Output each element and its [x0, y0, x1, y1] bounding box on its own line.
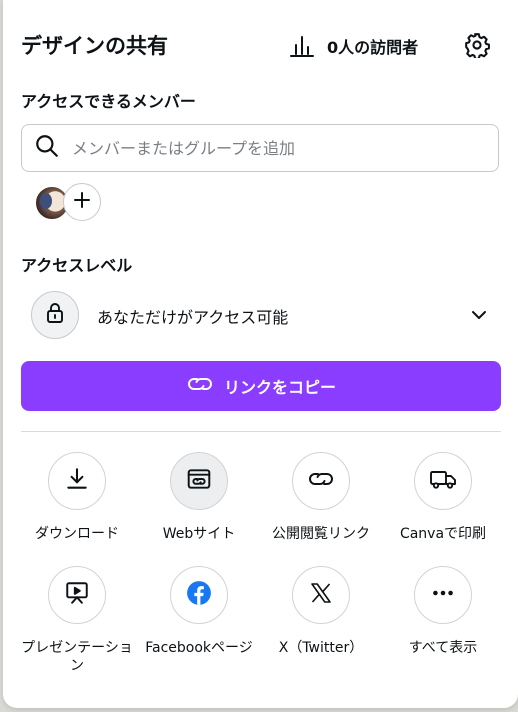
- share-website-circle: [170, 452, 228, 510]
- share-see-all-label: すべて表示: [408, 640, 478, 656]
- share-facebook-page[interactable]: Facebookページ: [138, 566, 260, 657]
- access-level-label: アクセスレベル: [21, 256, 133, 275]
- share-public-link-label: 公開閲覧リンク: [272, 526, 370, 542]
- search-icon: [34, 133, 60, 163]
- visitors-button[interactable]: 0人の訪問者: [289, 30, 418, 62]
- share-presentation-label: プレゼンテーション: [21, 640, 133, 674]
- panel-title: デザインの共有: [21, 34, 168, 58]
- share-download-label: ダウンロード: [35, 526, 119, 542]
- share-panel: デザインの共有 0人の訪問者 アクセスできるメンバー メンバーまたはグループを追…: [3, 0, 518, 708]
- panel-header: デザインの共有 0人の訪問者: [21, 30, 501, 62]
- share-public-view-link[interactable]: 公開閲覧リンク: [260, 452, 382, 543]
- member-search-input[interactable]: [70, 137, 498, 159]
- share-x-circle: [292, 566, 350, 624]
- add-member-button[interactable]: [63, 183, 101, 221]
- lock-icon: [43, 301, 67, 329]
- visitors-count: 0人の訪問者: [327, 38, 419, 57]
- lock-badge: [31, 291, 79, 339]
- facebook-icon: [186, 580, 212, 610]
- share-facebook-label: Facebookページ: [145, 640, 253, 656]
- share-website-label: Webサイト: [162, 526, 236, 542]
- share-website[interactable]: Webサイト: [138, 452, 260, 543]
- share-x-twitter[interactable]: X（Twitter）: [260, 566, 382, 657]
- share-download[interactable]: ダウンロード: [16, 452, 138, 543]
- share-presentation[interactable]: プレゼンテーション: [16, 566, 138, 675]
- bar-chart-icon: [289, 34, 315, 58]
- share-presentation-circle: [48, 566, 106, 624]
- share-print-label: Canvaで印刷: [399, 526, 487, 542]
- members-section-label: アクセスできるメンバー: [21, 92, 196, 111]
- website-icon: [186, 466, 212, 496]
- download-icon: [64, 466, 90, 496]
- share-facebook-circle: [170, 566, 228, 624]
- access-level-value: あなただけがアクセス可能: [97, 308, 289, 327]
- member-search-field[interactable]: [21, 124, 499, 172]
- chevron-down-icon: [469, 305, 489, 329]
- presentation-icon: [64, 580, 90, 610]
- share-see-all[interactable]: すべて表示: [382, 566, 504, 657]
- share-x-label: X（Twitter）: [278, 640, 364, 656]
- share-print-circle: [414, 452, 472, 510]
- access-level-dropdown[interactable]: あなただけがアクセス可能: [29, 290, 499, 342]
- copy-link-button[interactable]: リンクをコピー: [21, 361, 501, 411]
- plus-icon: [72, 190, 92, 214]
- settings-button[interactable]: [462, 32, 492, 62]
- truck-icon: [429, 467, 457, 495]
- copy-link-label: リンクをコピー: [223, 378, 336, 397]
- share-download-circle: [48, 452, 106, 510]
- gear-icon: [464, 32, 490, 62]
- link-icon: [186, 373, 214, 399]
- more-icon: [430, 580, 456, 610]
- section-divider: [21, 431, 501, 432]
- share-print-with-canva[interactable]: Canvaで印刷: [382, 452, 504, 543]
- link-icon: [307, 468, 335, 494]
- share-public-link-circle: [292, 452, 350, 510]
- share-see-all-circle: [414, 566, 472, 624]
- x-twitter-icon: [309, 581, 333, 609]
